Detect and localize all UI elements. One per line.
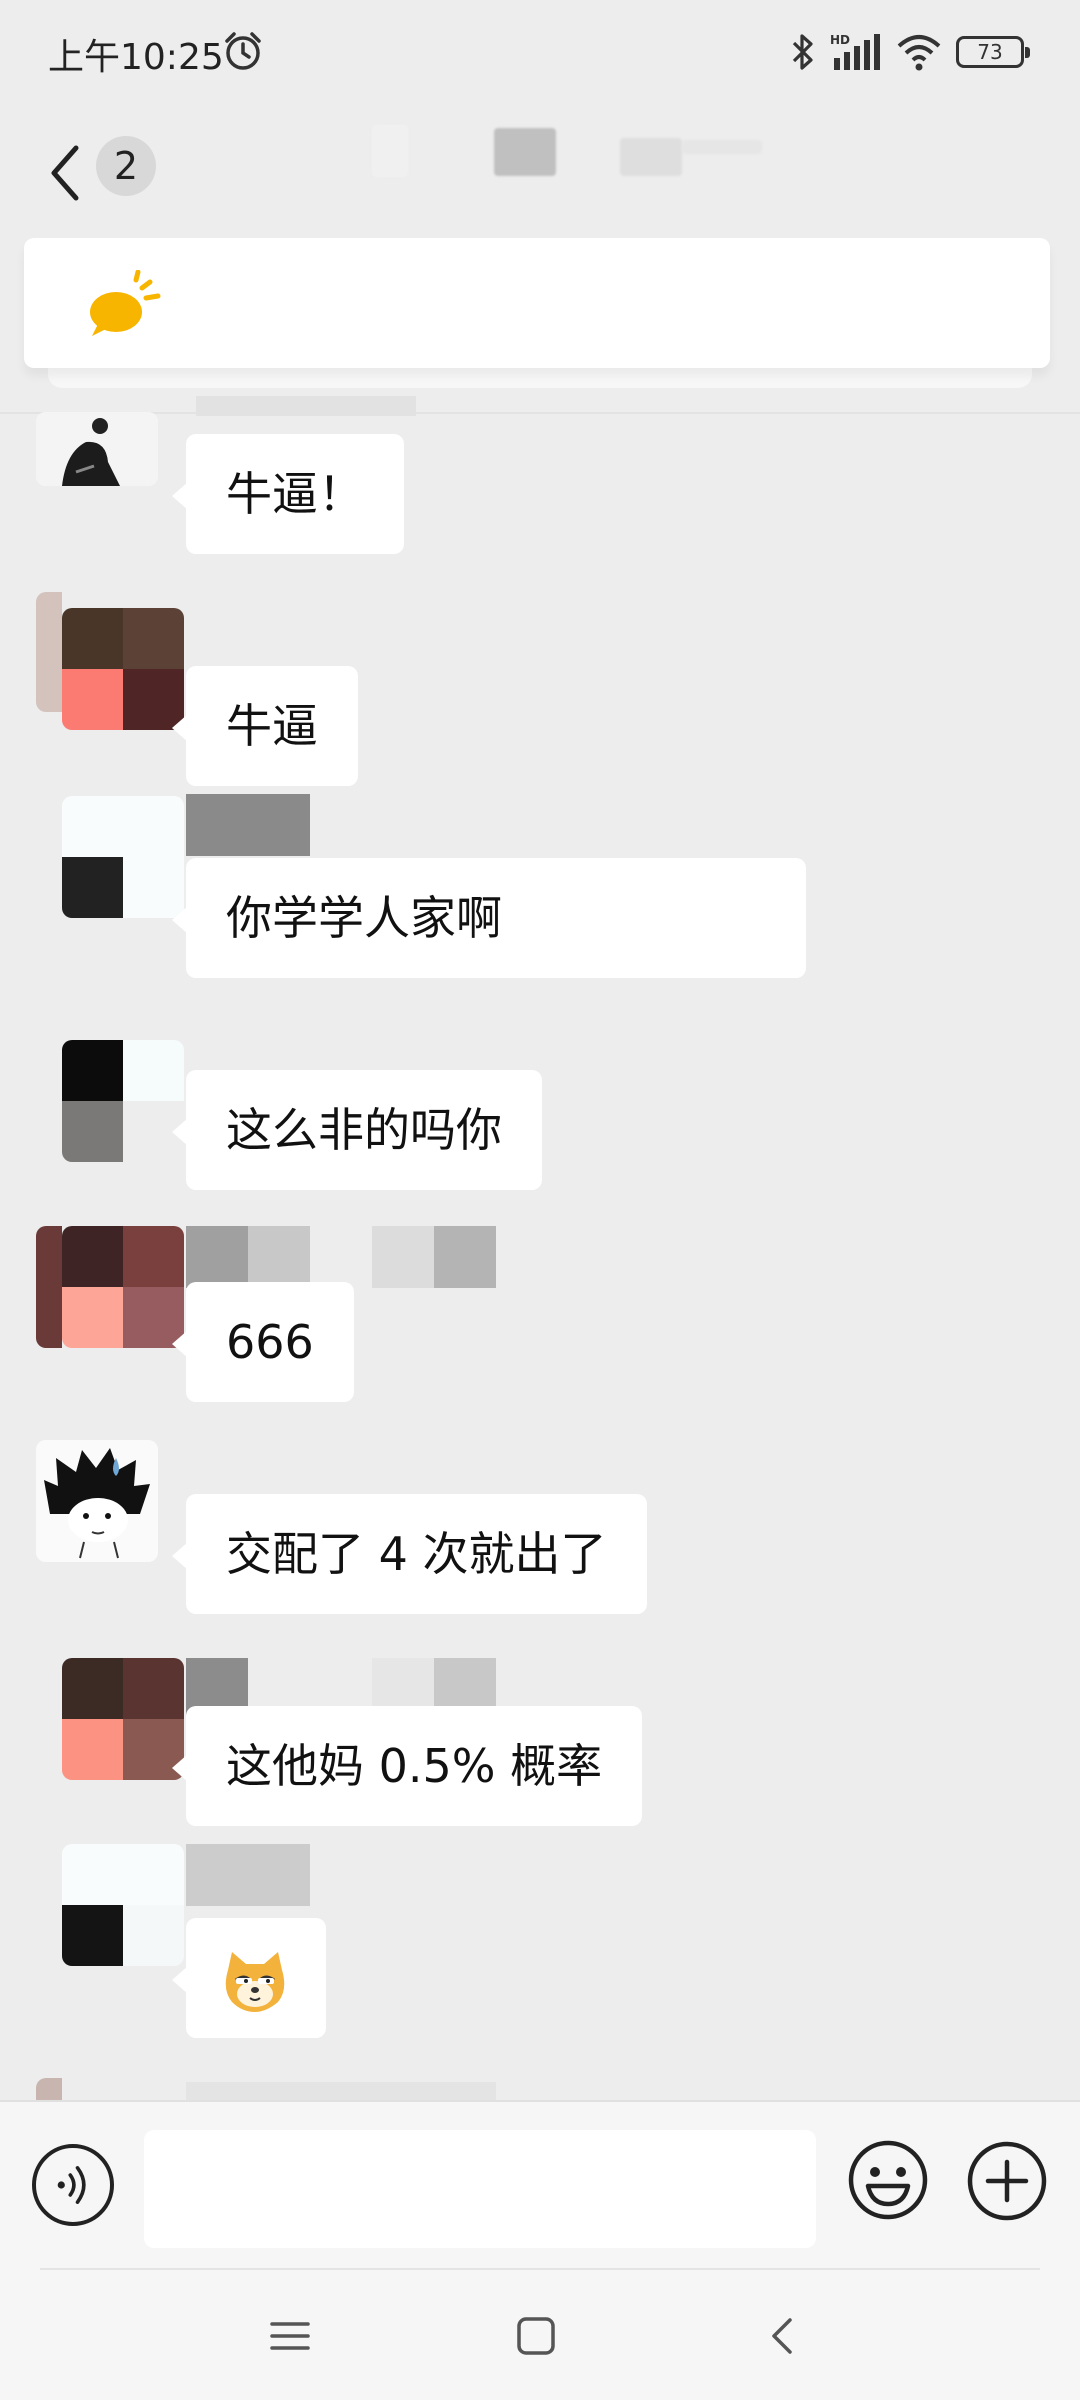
sender-name-redacted [186, 2082, 496, 2100]
smiley-icon[interactable] [846, 2138, 930, 2222]
avatar-pixel [62, 1287, 123, 1348]
chat-title-redacted [682, 140, 762, 154]
message-input[interactable] [144, 2130, 816, 2248]
input-bar [0, 2100, 1080, 2270]
message-bubble[interactable]: 这他妈 0.5% 概率 [171, 1706, 643, 1826]
plus-icon[interactable] [966, 2140, 1048, 2222]
avatar-edge [36, 592, 62, 712]
menu-icon[interactable] [268, 2314, 312, 2358]
wifi-icon [897, 35, 941, 71]
avatar[interactable] [62, 1658, 184, 1780]
avatar-pixel [62, 1226, 123, 1287]
avatar[interactable] [62, 608, 184, 730]
message-bubble[interactable]: 牛逼！ [172, 434, 404, 554]
alarm-icon [225, 32, 261, 70]
back-icon[interactable] [762, 2314, 806, 2358]
status-bar: 上午10:25 HD 73 [0, 0, 1080, 110]
avatar-image [36, 412, 158, 486]
sender-name-redacted [186, 1844, 310, 1906]
status-icons: HD 73 [790, 30, 1030, 74]
avatar-edge [36, 2078, 62, 2100]
avatar-pixel [62, 1040, 123, 1101]
avatar[interactable] [36, 412, 158, 486]
unread-count-badge[interactable]: 2 [96, 136, 156, 196]
chevron-left-icon[interactable] [42, 138, 92, 208]
chat-title-redacted [372, 125, 408, 177]
avatar-pixel [123, 1226, 184, 1287]
chat-title-redacted [620, 138, 682, 176]
message-bubble[interactable]: 这么非的吗你 [172, 1070, 542, 1190]
avatar[interactable] [62, 1844, 184, 1966]
svg-text:HD: HD [830, 33, 850, 47]
avatar-pixel [62, 1719, 123, 1780]
avatar-pixel [123, 1040, 184, 1101]
status-time: 上午10:25 [48, 37, 224, 78]
avatar-pixel [123, 1905, 184, 1966]
avatar-pixel [62, 669, 123, 730]
sender-name-redacted [186, 794, 310, 856]
doge-emoji-icon [225, 1952, 285, 2012]
system-nav-bar [0, 2270, 1080, 2400]
avatar[interactable] [36, 1440, 158, 1562]
header-divider [0, 412, 1080, 414]
avatar[interactable] [62, 1226, 184, 1348]
avatar-pixel [123, 608, 184, 669]
avatar-pixel [123, 1844, 184, 1905]
message-bubble[interactable]: 666 [172, 1282, 354, 1402]
avatar-pixel [62, 1844, 123, 1905]
sender-name-redacted [186, 1226, 496, 1288]
bluetooth-icon [792, 34, 813, 70]
avatar-pixel [62, 796, 123, 857]
avatar-pixel [62, 1658, 123, 1719]
avatar-edge [36, 1226, 62, 1348]
message-bubble[interactable]: 交配了 4 次就出了 [172, 1494, 647, 1614]
avatar[interactable] [62, 1040, 184, 1162]
avatar-pixel [123, 1658, 184, 1719]
chat-title-redacted [494, 128, 556, 176]
avatar-pixel [62, 608, 123, 669]
message-bubble[interactable]: 牛逼 [172, 666, 358, 786]
voice-icon[interactable] [32, 2144, 114, 2226]
message-bubble[interactable]: 你学学人家啊 [172, 858, 806, 978]
message-bubble[interactable] [172, 1918, 326, 2038]
avatar[interactable] [62, 796, 184, 918]
avatar-pixel [62, 857, 123, 918]
avatar-pixel [62, 1905, 123, 1966]
sender-name-redacted [196, 396, 416, 416]
avatar-pixel [123, 796, 184, 857]
speech-bubble-icon [90, 270, 161, 336]
avatar-image [36, 1440, 158, 1562]
home-icon[interactable] [514, 2314, 558, 2358]
notice-banner[interactable] [24, 238, 1050, 368]
battery-icon: 73 [956, 36, 1030, 68]
avatar-pixel [62, 1101, 123, 1162]
hd-signal-icon: HD [830, 33, 880, 70]
